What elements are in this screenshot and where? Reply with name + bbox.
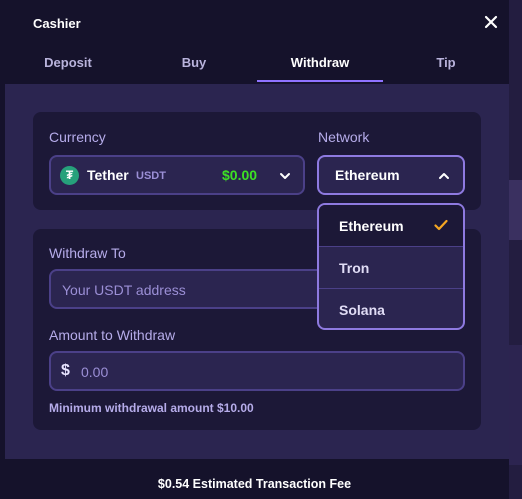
modal-footer: $0.54 Estimated Transaction Fee: [0, 459, 509, 499]
cashier-modal: Cashier Deposit Buy Withdraw Tip Currenc…: [0, 0, 509, 499]
currency-label: Currency: [49, 129, 106, 145]
amount-label: Amount to Withdraw: [49, 327, 176, 343]
minimum-withdrawal-note: Minimum withdrawal amount $10.00: [49, 401, 254, 415]
network-option-tron[interactable]: Tron: [319, 247, 463, 289]
tab-withdraw[interactable]: Withdraw: [257, 46, 383, 82]
background-page-strip: [508, 0, 522, 499]
amount-input[interactable]: [79, 363, 443, 381]
currency-name: Tether: [87, 167, 129, 183]
checkmark-icon: [434, 219, 448, 231]
background-content-block: [508, 345, 522, 465]
background-content-block: [508, 180, 522, 240]
tab-tip[interactable]: Tip: [383, 46, 509, 82]
address-input[interactable]: [60, 281, 324, 299]
chevron-down-icon: [280, 173, 290, 179]
close-icon[interactable]: [482, 13, 500, 31]
active-tab-indicator: [257, 80, 383, 82]
network-label: Network: [318, 129, 370, 145]
network-option-ethereum[interactable]: Ethereum: [319, 205, 463, 247]
network-option-solana[interactable]: Solana: [319, 289, 463, 328]
network-selected-value: Ethereum: [335, 167, 400, 183]
network-select[interactable]: Ethereum: [317, 155, 465, 195]
network-dropdown: Ethereum Tron Solana: [317, 203, 465, 330]
modal-header: Cashier: [0, 0, 509, 46]
tether-icon: ₮: [60, 166, 79, 185]
modal-title: Cashier: [33, 16, 81, 31]
network-option-label: Solana: [339, 302, 385, 318]
withdraw-to-label: Withdraw To: [49, 245, 126, 261]
network-option-label: Tron: [339, 260, 370, 276]
network-option-label: Ethereum: [339, 218, 404, 234]
tab-buy[interactable]: Buy: [131, 46, 257, 82]
tab-deposit[interactable]: Deposit: [5, 46, 131, 82]
currency-select[interactable]: ₮ Tether USDT $0.00: [49, 155, 305, 195]
amount-field: $: [49, 351, 465, 391]
currency-code: USDT: [136, 170, 166, 182]
currency-balance: $0.00: [222, 167, 258, 183]
chevron-up-icon: [439, 173, 449, 179]
cashier-tabs: Deposit Buy Withdraw Tip: [5, 46, 509, 82]
dollar-sign: $: [61, 362, 70, 379]
estimated-fee: $0.54 Estimated Transaction Fee: [157, 477, 352, 491]
